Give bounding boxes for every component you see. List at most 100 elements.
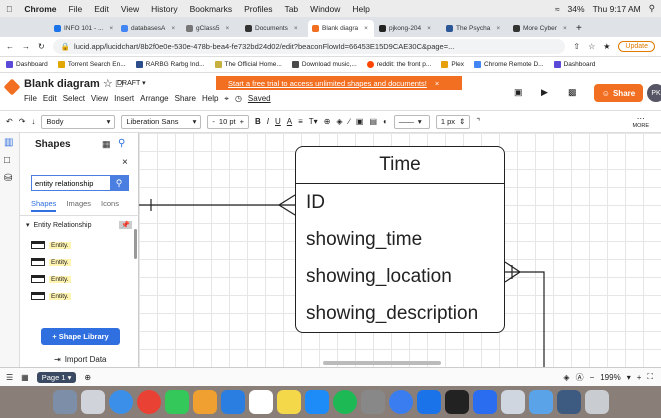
browser-tab[interactable]: pjkong-204 × — [375, 20, 441, 37]
tab-close-icon[interactable]: × — [563, 25, 567, 32]
search-button[interactable]: ⚲ — [110, 176, 128, 190]
browser-tab[interactable]: gClass5 × — [182, 20, 240, 37]
trial-banner-link[interactable]: Start a free trial to access unlimited s… — [228, 79, 427, 88]
present-icon[interactable]: ▶ — [541, 87, 548, 98]
menu-app-name[interactable]: Chrome — [24, 4, 56, 14]
shape-library-button[interactable]: + Shape Library — [41, 328, 120, 345]
diagram-canvas[interactable]: Time ID showing_time showing_location sh… — [139, 133, 661, 367]
calendar-icon[interactable] — [248, 390, 273, 414]
text-options-icon[interactable]: T▾ — [309, 117, 318, 126]
bookmark-item[interactable]: Download music,... — [291, 61, 357, 68]
line-style-dropdown[interactable]: —— ▾ — [393, 114, 430, 129]
url-field[interactable]: 🔒 lucid.app/lucidchart/8b2f0e0e-530e-478b… — [52, 39, 566, 54]
tab-close-icon[interactable]: × — [109, 25, 113, 32]
entity-field[interactable]: ID — [306, 192, 325, 214]
tab-shapes[interactable]: Shapes — [31, 199, 57, 212]
entity-shape-item[interactable]: Entity. — [31, 292, 71, 300]
tab-images[interactable]: Images — [66, 199, 91, 212]
tab-close-icon[interactable]: × — [364, 25, 368, 32]
list-view-icon[interactable]: ☰ — [6, 373, 13, 382]
doc-menu-share[interactable]: Share — [175, 94, 196, 104]
library-header[interactable]: ▾ Entity Relationship 📌 — [26, 221, 132, 229]
doc-menu-edit[interactable]: Edit — [43, 94, 57, 104]
entity-field[interactable]: showing_time — [306, 229, 422, 251]
increase-icon[interactable]: + — [240, 117, 244, 126]
more-button[interactable]: ⋯ MORE — [633, 114, 661, 129]
bookmark-star-icon[interactable]: ☆ — [588, 42, 595, 51]
apple-icon[interactable]:  — [6, 4, 12, 14]
reload-icon[interactable]: ↻ — [38, 42, 45, 51]
import-data-button[interactable]: ⇥ Import Data — [54, 355, 107, 364]
image-icon[interactable]: ▤ — [369, 117, 377, 126]
folder-icon[interactable] — [528, 390, 553, 414]
canvas-scrollbar[interactable] — [323, 361, 441, 365]
keyboard-icon[interactable]: ⌖ — [224, 94, 229, 104]
entity-shape-item[interactable]: Entity. — [31, 258, 71, 266]
text-color-icon[interactable]: A — [287, 117, 292, 126]
grid-view-icon[interactable]: ▦ — [21, 373, 29, 382]
fit-screen-icon[interactable]: ⛶ — [647, 372, 653, 382]
tab-close-icon[interactable]: × — [294, 25, 298, 32]
line-color-icon[interactable]: ∕ — [349, 117, 350, 126]
share-page-icon[interactable]: ⇧ — [573, 42, 580, 51]
notes-icon[interactable] — [276, 390, 301, 414]
launchpad-icon[interactable] — [80, 390, 105, 414]
chrome-icon[interactable] — [136, 390, 161, 414]
saved-status[interactable]: Saved — [248, 94, 271, 104]
decrease-icon[interactable]: - — [212, 117, 215, 126]
document-title[interactable]: Blank diagram ☆ □ — [24, 77, 122, 90]
terminal-icon[interactable] — [444, 390, 469, 414]
font-size-stepper[interactable]: -10 pt + — [207, 114, 249, 129]
fill-icon[interactable]: ◈ — [336, 117, 342, 126]
doc-menu-select[interactable]: Select — [63, 94, 85, 104]
bookmark-item[interactable]: Torrent Search En... — [57, 61, 126, 68]
star-icon[interactable]: ☆ — [103, 78, 113, 90]
tab-icons[interactable]: Icons — [101, 199, 119, 212]
app-store-icon[interactable] — [304, 390, 329, 414]
close-icon[interactable]: × — [122, 157, 128, 168]
bookmark-item[interactable]: Dashboard — [6, 61, 48, 68]
data-rail-icon[interactable]: ⛁ — [4, 173, 12, 184]
search-icon[interactable]: ⚲ — [649, 3, 655, 14]
undo-icon[interactable]: ↶ — [6, 117, 13, 126]
menu-help[interactable]: Help — [352, 4, 369, 14]
update-button[interactable]: Update — [618, 41, 655, 52]
zoom-app-icon[interactable] — [416, 390, 441, 414]
panel-scrollbar[interactable] — [134, 229, 137, 259]
zoom-in-icon[interactable]: + — [637, 373, 642, 382]
container-icon[interactable]: ▣ — [356, 117, 364, 126]
bookmark-item[interactable]: Dashboard — [553, 61, 595, 68]
zoom-out-icon[interactable]: − — [590, 373, 595, 382]
bookmark-item[interactable]: Chrome Remote D... — [473, 61, 544, 68]
browser-tab[interactable]: More Cyber × — [509, 20, 571, 37]
forward-icon[interactable]: → — [22, 42, 30, 51]
browser-tab-active[interactable]: Blank diagra × — [308, 20, 374, 37]
browser-tab[interactable]: Documents × — [241, 20, 307, 37]
search-icon[interactable]: ⚲ — [118, 138, 125, 149]
connector-line[interactable] — [505, 271, 545, 367]
pin-icon[interactable]: 📌 — [119, 221, 132, 229]
align-icon[interactable]: ≡ — [298, 117, 303, 126]
settings-icon[interactable] — [360, 390, 385, 414]
image-search-icon[interactable]: ▦ — [102, 139, 111, 150]
vscode-icon[interactable] — [472, 390, 497, 414]
finder-icon[interactable] — [52, 390, 77, 414]
style-dropdown[interactable]: Body ▾ — [41, 114, 116, 129]
doc-menu-help[interactable]: Help — [202, 94, 218, 104]
spotify-icon[interactable] — [332, 390, 357, 414]
browser-tab[interactable]: INFO 101 - ... × — [50, 20, 116, 37]
layers-icon[interactable]: ◈ — [563, 373, 569, 382]
menu-history[interactable]: History — [151, 4, 177, 14]
browser-tab[interactable]: databasesA × — [117, 20, 181, 37]
underline-icon[interactable]: U — [275, 117, 281, 126]
wifi-icon[interactable]: ≈ — [555, 4, 560, 14]
window-icon[interactable] — [556, 390, 581, 414]
page-tab[interactable]: Page 1 ▾ — [36, 371, 77, 383]
menu-tab[interactable]: Tab — [284, 4, 298, 14]
menu-profiles[interactable]: Profiles — [244, 4, 272, 14]
entity-field[interactable]: showing_description — [306, 303, 478, 325]
new-tab-icon[interactable]: + — [572, 23, 586, 37]
shadow-icon[interactable]: ◐ — [383, 117, 388, 126]
bookmark-item[interactable]: Plex — [441, 61, 464, 68]
messages-icon[interactable] — [164, 390, 189, 414]
